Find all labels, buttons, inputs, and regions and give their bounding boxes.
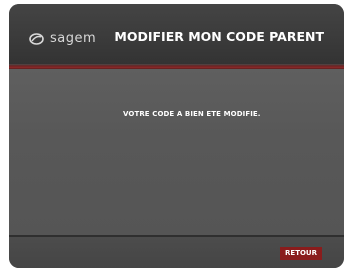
brand-logo: sagem — [29, 32, 96, 45]
retour-button[interactable]: RETOUR — [280, 247, 322, 260]
tv-screen: sagem MODIFIER MON CODE PARENT VOTRE COD… — [9, 4, 344, 268]
sagem-logo-icon — [29, 32, 44, 45]
main-content: VOTRE CODE A BIEN ETE MODIFIE. — [9, 69, 344, 235]
confirmation-message: VOTRE CODE A BIEN ETE MODIFIE. — [123, 110, 261, 118]
page-title: MODIFIER MON CODE PARENT — [114, 29, 324, 44]
header-bar: sagem MODIFIER MON CODE PARENT — [9, 4, 344, 64]
footer-bar: RETOUR — [9, 237, 344, 268]
brand-name: sagem — [50, 31, 97, 46]
